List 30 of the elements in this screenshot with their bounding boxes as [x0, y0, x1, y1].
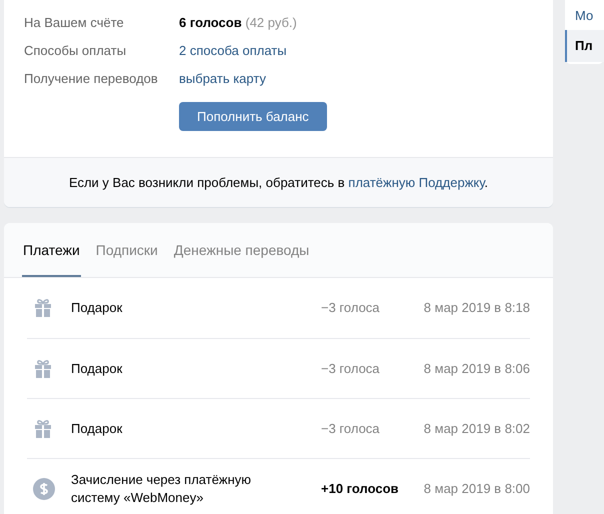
dollar-coin-icon [33, 478, 55, 500]
payment-title: Подарок [71, 420, 124, 438]
payment-title: Подарок [71, 360, 124, 378]
payment-amount: −3 голоса [321, 420, 381, 438]
field-label: На Вашем счёте [24, 14, 125, 32]
support-notice: Если у Вас возникли проблемы, обратитесь в платёжную Поддержку. [68, 174, 488, 192]
payment-amount: −3 голоса [321, 360, 381, 378]
balance-value: 6 голосов (42 руб.) [179, 14, 297, 32]
field-link[interactable]: 2 способа оплаты [179, 41, 287, 61]
field-label: Получение переводов [24, 70, 159, 88]
sidebar-item[interactable]: Мо [565, 2, 604, 30]
sidebar-item[interactable]: Пл [565, 30, 604, 62]
field-link[interactable]: выбрать карту [179, 69, 266, 89]
payment-title: Подарок [71, 299, 124, 317]
support-link[interactable]: платёжную Поддержку [348, 174, 484, 190]
gift-icon [33, 358, 53, 378]
payment-title: Зачисление через платёжную систему «WebMoney» [71, 470, 252, 506]
tab[interactable]: Денежные переводы [172, 223, 310, 277]
payment-date: 8 мар 2019 в 8:02 [422, 420, 530, 438]
tab[interactable]: Платежи [22, 223, 81, 277]
gift-icon [33, 298, 53, 318]
payment-amount: +10 голосов [321, 480, 400, 498]
payment-date: 8 мар 2019 в 8:18 [422, 299, 530, 318]
payment-amount: −3 голоса [321, 299, 381, 318]
payment-date: 8 мар 2019 в 8:06 [422, 360, 530, 378]
payment-date: 8 мар 2019 в 8:00 [422, 480, 530, 498]
gift-icon [33, 418, 53, 438]
field-label: Способы оплаты [24, 42, 128, 60]
top-up-button[interactable]: Пополнить баланс [179, 102, 327, 131]
tab[interactable]: Подписки [94, 223, 159, 277]
